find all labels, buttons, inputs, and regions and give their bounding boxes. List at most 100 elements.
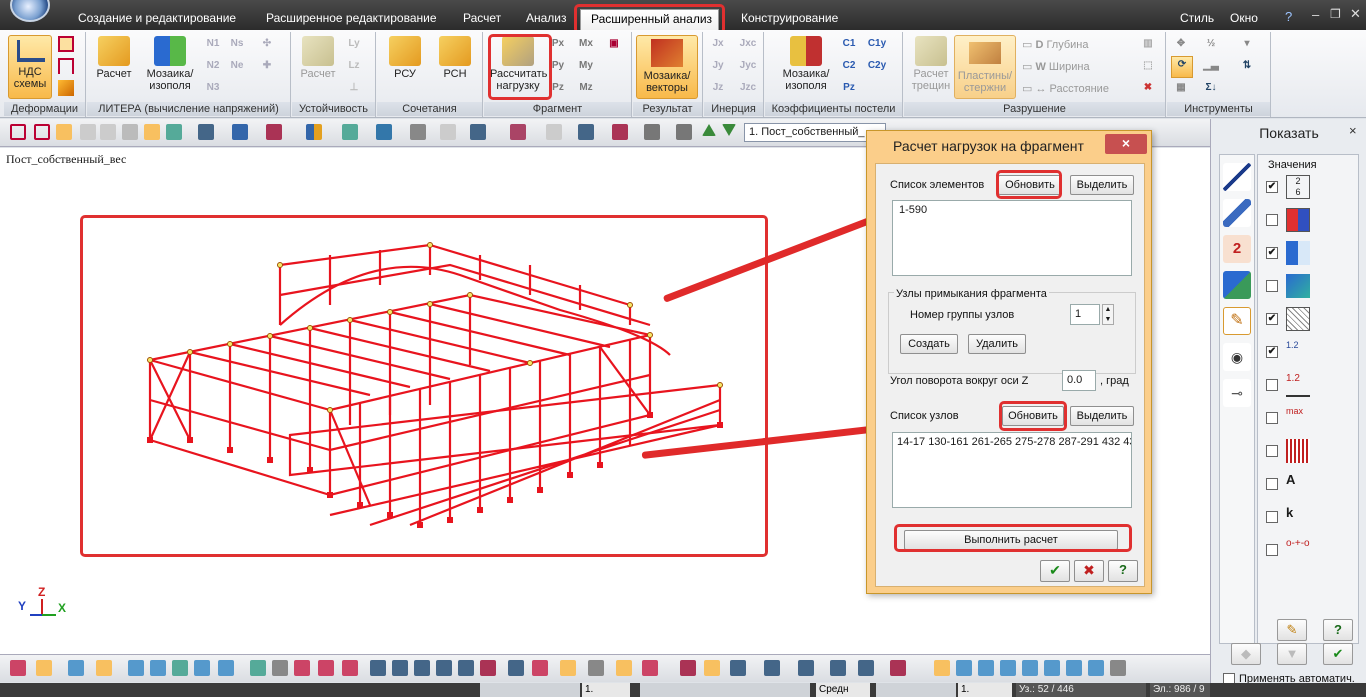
bt-cube7-icon[interactable] xyxy=(1066,660,1082,676)
elements-select-button[interactable]: Выделить xyxy=(1070,175,1134,195)
litera-mosaic-button[interactable]: Мозаика/ изополя xyxy=(141,36,199,92)
tool-axes-icon[interactable]: ✥ xyxy=(1173,36,1189,52)
tab-extended-edit[interactable]: Расширенное редактирование xyxy=(256,9,447,30)
tab-design[interactable]: Конструирование xyxy=(731,9,848,30)
tb-misc-icon[interactable] xyxy=(644,124,660,140)
distance-option[interactable]: ▭ ↔ Расстояние xyxy=(1022,82,1109,95)
bt-zoom-in-icon[interactable] xyxy=(68,660,84,676)
rsn-button[interactable]: РСН xyxy=(433,36,477,80)
calc-cracks-button[interactable]: Расчет трещин xyxy=(908,36,954,92)
bt-fragment-icon[interactable] xyxy=(250,660,266,676)
jxc-icon[interactable]: Jxc xyxy=(736,36,760,52)
bed-mosaic-button[interactable]: Мозаика/ изополя xyxy=(773,36,839,92)
side-tab-rod-icon[interactable] xyxy=(1223,163,1251,191)
tb-fill-icon[interactable] xyxy=(232,124,248,140)
style-menu[interactable]: Стиль xyxy=(1170,9,1224,30)
tb-n-icon[interactable] xyxy=(376,124,392,140)
bt-plane6-icon[interactable] xyxy=(480,660,496,676)
tb-p-icon[interactable] xyxy=(510,124,526,140)
depth-option[interactable]: ▭ D Глубина xyxy=(1022,38,1089,51)
pz-bed-icon[interactable]: Pz xyxy=(841,80,857,96)
py-icon[interactable]: Py xyxy=(550,58,566,74)
bt-axis-icon[interactable] xyxy=(680,660,696,676)
tool-scale-icon[interactable]: ½ xyxy=(1203,36,1219,52)
value-checkbox-6[interactable]: ✔ xyxy=(1266,346,1278,358)
bt-plane-icon[interactable] xyxy=(370,660,386,676)
tb-table-icon[interactable] xyxy=(470,124,486,140)
lz-icon[interactable]: Lz xyxy=(346,58,362,74)
value-checkbox-12[interactable] xyxy=(1266,544,1278,556)
dialog-cancel-button[interactable]: ✖ xyxy=(1074,560,1104,582)
tab-create-edit[interactable]: Создание и редактирование xyxy=(68,9,246,30)
panel-filter-button[interactable]: ▼ xyxy=(1277,643,1307,665)
tb-circle-icon[interactable] xyxy=(546,124,562,140)
tb-deform-icon[interactable] xyxy=(56,124,72,140)
bt-plane5-icon[interactable] xyxy=(458,660,474,676)
c1y-icon[interactable]: C1y xyxy=(865,36,889,52)
frame-deform-icon[interactable] xyxy=(58,58,74,74)
bt-plane2-icon[interactable] xyxy=(392,660,408,676)
value-checkbox-4[interactable] xyxy=(1266,280,1278,292)
tab-analysis[interactable]: Анализ xyxy=(516,9,577,30)
panel-edit-button[interactable]: ✎ xyxy=(1277,619,1307,641)
status-combo-1[interactable]: 1. xyxy=(582,683,630,697)
bt-pen-icon[interactable] xyxy=(616,660,632,676)
tb-supports-icon[interactable] xyxy=(266,124,282,140)
tb-refresh-icon[interactable] xyxy=(166,124,182,140)
value-checkbox-3[interactable]: ✔ xyxy=(1266,247,1278,259)
bt-filter-icon[interactable] xyxy=(272,660,288,676)
side-tab-mosaic-icon[interactable] xyxy=(1223,271,1251,299)
bt-cube3-icon[interactable] xyxy=(978,660,994,676)
stress-arrows-icon[interactable]: ✣ xyxy=(259,36,275,52)
bt-zoom-icon[interactable] xyxy=(36,660,52,676)
dialog-help-button[interactable]: ? xyxy=(1108,560,1138,582)
tb-prev-case-icon[interactable] xyxy=(702,124,716,136)
delete-group-button[interactable]: Удалить xyxy=(968,334,1026,354)
fracture-info-icon[interactable]: ▥ xyxy=(1140,36,1156,52)
frame-icon[interactable] xyxy=(58,36,74,52)
bt-angle-icon[interactable] xyxy=(890,660,906,676)
tab-calculation[interactable]: Расчет xyxy=(453,9,511,30)
panel-help-button[interactable]: ? xyxy=(1323,619,1353,641)
fragment-table-icon[interactable]: ▣ xyxy=(606,36,622,52)
bt-cube-icon[interactable] xyxy=(934,660,950,676)
status-combo-3[interactable]: 1. xyxy=(958,683,1012,697)
tb-undo-icon[interactable] xyxy=(80,124,96,140)
nodes-list-field[interactable]: 14-17 130-161 261-265 275-278 287-291 43… xyxy=(892,432,1132,508)
bt-plane4-icon[interactable] xyxy=(436,660,452,676)
side-tab-key-icon[interactable]: ⊸ xyxy=(1223,379,1251,407)
bt-xz-icon[interactable] xyxy=(730,660,746,676)
pencil-icon[interactable] xyxy=(58,80,74,96)
bt-rotate-icon[interactable] xyxy=(150,660,166,676)
value-checkbox-2[interactable] xyxy=(1266,214,1278,226)
rsu-button[interactable]: РСУ xyxy=(383,36,427,80)
tb-kz-icon[interactable] xyxy=(578,124,594,140)
value-checkbox-9[interactable] xyxy=(1266,445,1278,457)
bt-view2-icon[interactable] xyxy=(218,660,234,676)
tb-frame-icon[interactable] xyxy=(10,124,26,140)
bt-fit-icon[interactable] xyxy=(172,660,188,676)
dialog-ok-button[interactable]: ✔ xyxy=(1040,560,1070,582)
bt-pan-icon[interactable] xyxy=(128,660,144,676)
tool-sort-icon[interactable]: ⇅ xyxy=(1239,58,1255,74)
result-mosaic-vectors-button[interactable]: Мозаика/ векторы xyxy=(636,35,698,99)
rotation-angle-input[interactable]: 0.0 xyxy=(1062,370,1096,391)
jyc-icon[interactable]: Jyc xyxy=(736,58,760,74)
jy-icon[interactable]: Jy xyxy=(710,58,726,74)
ly-icon[interactable]: Ly xyxy=(346,36,362,52)
tool-more-icon[interactable]: ▾ xyxy=(1239,36,1255,52)
tb-misc2-icon[interactable] xyxy=(676,124,692,140)
value-checkbox-5[interactable]: ✔ xyxy=(1266,313,1278,325)
status-combo-2[interactable]: Средн xyxy=(816,683,870,697)
side-tab-label-icon[interactable]: 2 xyxy=(1223,235,1251,263)
tb-rotate-icon[interactable] xyxy=(144,124,160,140)
bt-cube5-icon[interactable] xyxy=(1022,660,1038,676)
side-tab-eye-icon[interactable]: ◉ xyxy=(1223,343,1251,371)
value-checkbox-8[interactable] xyxy=(1266,412,1278,424)
fracture-edit-icon[interactable]: ⬚ xyxy=(1140,58,1156,74)
tb-frame2-icon[interactable] xyxy=(34,124,50,140)
help-icon[interactable]: ? xyxy=(1285,9,1292,24)
show-panel-close-icon[interactable]: × xyxy=(1349,123,1357,138)
bt-search2-icon[interactable] xyxy=(532,660,548,676)
tool-chart-icon[interactable]: ▁▃ xyxy=(1203,58,1219,74)
